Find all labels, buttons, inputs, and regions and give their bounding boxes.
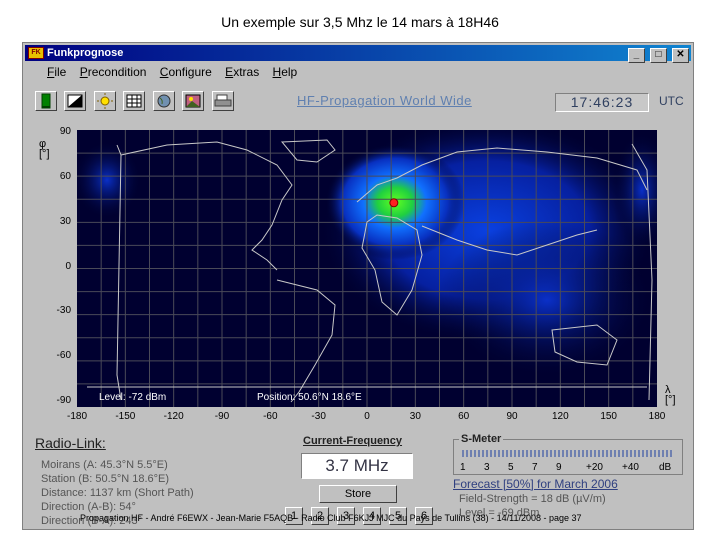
longitude-tick: -90 xyxy=(214,411,230,422)
latitude-tick: 90 xyxy=(59,126,71,137)
app-window: FK Funkprognose _ □ ✕ File Precondition C… xyxy=(22,42,694,530)
current-frequency-title: Current-Frequency xyxy=(303,435,403,447)
longitude-tick: -150 xyxy=(115,411,136,422)
radio-link-title: Radio-Link: xyxy=(35,435,106,451)
menu-bar: File Precondition Configure Extras Help xyxy=(47,65,307,79)
longitude-tick: 150 xyxy=(600,411,617,422)
propagation-title: HF-Propagation World Wide xyxy=(297,93,472,108)
longitude-tick: 60 xyxy=(458,411,470,422)
latitude-tick: -60 xyxy=(56,350,71,362)
longitude-tick: 120 xyxy=(551,411,569,422)
longitude-tick: 0 xyxy=(364,411,370,422)
s-meter-tick: +40 xyxy=(622,462,639,473)
app-icon: FK xyxy=(28,47,44,59)
latitude-axis-label: φ [°] xyxy=(39,138,50,160)
sun-icon[interactable] xyxy=(93,91,116,111)
title-bar[interactable]: FK Funkprognose _ □ ✕ xyxy=(25,45,691,63)
image-icon[interactable] xyxy=(182,91,205,111)
map-canvas xyxy=(77,130,657,407)
utc-clock: 17:46:23 xyxy=(555,93,649,112)
radio-link-direction-ab: Direction (A-B): 54° xyxy=(41,501,136,513)
transmitter-marker[interactable] xyxy=(389,198,399,208)
s-meter-tick: 3 xyxy=(484,462,490,473)
radio-link-station-b: Station (B: 50.5°N 18.6°E) xyxy=(41,473,170,485)
slide-footer: Propagation HF - André F6EWX - Jean-Mari… xyxy=(80,513,582,523)
field-strength: Field-Strength = 18 dB (µV/m) xyxy=(459,493,606,505)
grid-icon[interactable] xyxy=(123,91,146,111)
latitude-tick: -30 xyxy=(56,305,71,317)
longitude-tick: -30 xyxy=(311,411,326,422)
menu-precondition[interactable]: Precondition xyxy=(80,65,147,79)
menu-extras[interactable]: Extras xyxy=(225,65,259,79)
menu-help[interactable]: Help xyxy=(273,65,298,79)
store-button[interactable]: Store xyxy=(319,485,397,503)
longitude-tick: -120 xyxy=(163,411,184,422)
minimize-button[interactable]: _ xyxy=(627,48,645,63)
s-meter-tick: 9 xyxy=(556,462,562,473)
s-meter-tick: 5 xyxy=(508,462,514,473)
contrast-icon[interactable] xyxy=(64,91,87,111)
longitude-axis-label: λ [°] xyxy=(665,384,676,406)
toolbar xyxy=(35,91,237,111)
menu-file[interactable]: File xyxy=(47,65,66,79)
printer-icon[interactable] xyxy=(211,91,234,111)
radio-link-distance: Distance: 1137 km (Short Path) xyxy=(41,487,194,499)
longitude-tick: -180 xyxy=(66,411,87,422)
level-readout: Level: -72 dBm xyxy=(99,392,167,403)
timezone-label: UTC xyxy=(659,94,684,108)
s-meter-tick: +20 xyxy=(586,462,603,473)
longitude-tick: 30 xyxy=(409,411,421,422)
longitude-tick: 90 xyxy=(506,411,518,422)
longitude-tick: 180 xyxy=(648,411,666,422)
s-meter-tick: 1 xyxy=(460,462,466,473)
position-readout: Position: 50.6°N 18.6°E xyxy=(257,392,362,403)
menu-configure[interactable]: Configure xyxy=(160,65,212,79)
forecast-title: Forecast [50%] for March 2006 xyxy=(453,477,618,491)
s-meter-title: S-Meter xyxy=(459,433,504,445)
latitude-tick: 0 xyxy=(65,260,71,272)
globe-icon[interactable] xyxy=(152,91,175,111)
window-title: Funkprognose xyxy=(47,47,124,59)
radio-link-station-a: Moirans (A: 45.3°N 5.5°E) xyxy=(41,459,168,471)
latitude-tick: 60 xyxy=(59,170,71,182)
longitude-tick: -60 xyxy=(263,411,278,422)
s-meter-bar xyxy=(462,450,672,457)
slide-title: Un exemple sur 3,5 Mhz le 14 mars à 18H4… xyxy=(221,14,499,30)
s-meter-tick: dB xyxy=(659,462,672,473)
s-meter-tick: 7 xyxy=(532,462,538,473)
latitude-tick: 30 xyxy=(59,215,71,227)
maximize-button[interactable]: □ xyxy=(649,48,667,63)
propagation-map[interactable]: Level: -72 dBm Position: 50.6°N 18.6°E xyxy=(77,130,657,407)
close-button[interactable]: ✕ xyxy=(672,48,689,63)
door-icon[interactable] xyxy=(35,91,57,111)
frequency-field[interactable]: 3.7 MHz xyxy=(301,453,413,479)
latitude-tick: -90 xyxy=(56,395,71,406)
